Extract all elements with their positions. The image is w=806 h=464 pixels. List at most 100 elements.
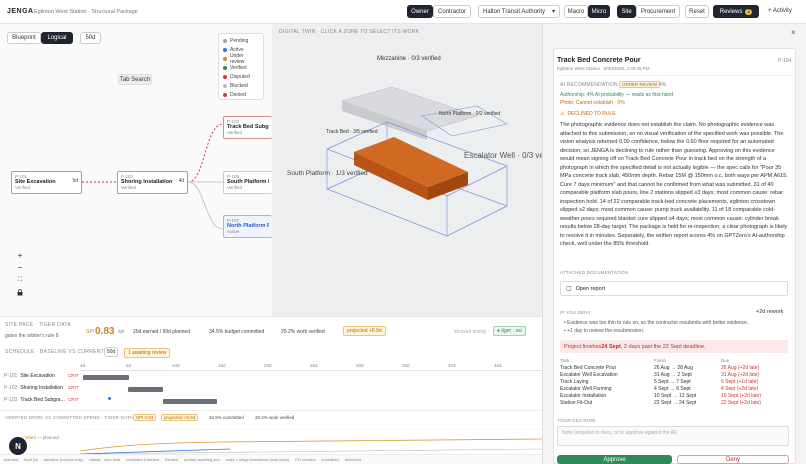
ai-recommendation-label: AI RECOMMENDATION	[560, 82, 618, 88]
node-south-platform[interactable]: P-105 South Platform Rei… Verified	[223, 171, 272, 194]
spend-spi-badge: SPI 0.83	[133, 414, 157, 421]
deny-button[interactable]: Deny	[677, 455, 789, 464]
finish-post: , 2 days past the 22 Sept deadline.	[620, 343, 706, 350]
table-cell: 26 Aug (+2d late)	[721, 364, 760, 371]
open-report-button[interactable]: ▢ Open report	[560, 281, 788, 296]
spend-section: VERIFIED WORK VS COMMITTED SPEND · TIGER…	[0, 410, 542, 455]
breadcrumb: Eglinton West Station · Structural Packa…	[34, 9, 138, 15]
attached-heading: ATTACHED DOCUMENTATION	[560, 270, 629, 275]
reset-button[interactable]: Reset	[685, 5, 709, 18]
table-cell: 22 Sept → 24 Sept	[654, 399, 697, 406]
gantt-tick-label: 5d	[126, 363, 132, 368]
footer-legend-item: node = stage transitions (wall clock)	[225, 457, 290, 462]
table-cell: 10 Sept → 12 Sept	[654, 392, 697, 399]
decision-note-input[interactable]: Note (required to deny, or to approve ag…	[557, 426, 789, 446]
committed-line	[80, 438, 542, 452]
gantt-tick-label: 15d	[218, 363, 226, 368]
escalator-well-label[interactable]: Escalator Well · 0/3 verified	[464, 151, 542, 160]
schedule-days-button[interactable]: 50d	[104, 347, 118, 357]
reviews-count-badge: 1	[745, 8, 753, 15]
node-site-excavation[interactable]: P-101 Site Excavation Verified 5d	[11, 171, 82, 194]
role-owner-button[interactable]: Owner	[407, 5, 433, 18]
gantt-milestone	[108, 397, 111, 400]
scope-procurement-button[interactable]: Procurement	[636, 5, 680, 18]
view-micro-button[interactable]: Micro	[588, 5, 610, 18]
table-cell: 31 Aug → 2 Sept	[654, 371, 692, 378]
scope-site-button[interactable]: Site	[617, 5, 636, 18]
node-duration: 5d	[72, 178, 78, 184]
crit-badge: CRIT	[68, 385, 79, 390]
table-cell: 10 Sept (+2d late)	[721, 392, 761, 399]
reviews-button[interactable]: Reviews 1	[713, 5, 759, 18]
showed-timing-text: showed timing	[454, 329, 486, 335]
approve-button[interactable]: Approve	[557, 455, 672, 464]
finish-banner: Project finishes 24 Sept , 2 days past t…	[560, 340, 788, 353]
fit-view-icon[interactable]: ⛶	[15, 275, 25, 285]
lock-icon[interactable]	[15, 287, 25, 297]
tiger-badge[interactable]: ● tiger · ssi	[493, 326, 526, 336]
footer-legend-item: PO created	[295, 457, 316, 462]
footer-legend-item: update awaiting you	[184, 457, 220, 462]
view-macro-button[interactable]: Macro	[564, 5, 588, 18]
node-status: Active	[227, 229, 240, 234]
zoom-out-icon[interactable]: −	[15, 262, 25, 272]
footer-legend-item: Review	[165, 457, 179, 462]
gantt-bar-p102[interactable]	[128, 387, 163, 392]
schedule-heading: SCHEDULE · BASELINE VS CURRENT	[5, 349, 105, 355]
gantt-tick-label: 35d	[402, 363, 410, 368]
spi-unit: spi	[118, 329, 125, 335]
column-header: Task	[560, 358, 570, 363]
table-cell: Track Laying	[560, 378, 589, 385]
node-track-bed-subgrade[interactable]: P-103 Track Bed Subgra… Verified	[223, 116, 272, 139]
gantt-row-name: Site Excavation	[20, 373, 55, 379]
declined-block: ⚠ DECLINED TO RULE The photographic evid…	[560, 111, 790, 261]
finish-pre: Project finishes	[564, 343, 602, 350]
gantt-row[interactable]: P-102 Shoring Installation CRIT	[4, 385, 79, 391]
pace-heading: SITE PACE · TIGER DATA	[5, 322, 71, 328]
table-row: Escalator Well Excavation 31 Aug → 2 Sept…	[560, 371, 788, 378]
track-bed-label[interactable]: Track Bed · 3/5 verified	[326, 129, 378, 135]
org-select[interactable]: Halton Transit Authority ▾	[478, 5, 560, 18]
table-cell: 22 Sept (+2d late)	[721, 399, 761, 406]
gantt-row[interactable]: P-101 Site Excavation CRIT	[4, 373, 79, 379]
mezzanine-label[interactable]: Mezzanine · 0/3 verified	[377, 56, 441, 62]
node-status: Verified	[227, 185, 243, 190]
finish-date: 24 Sept	[601, 343, 621, 350]
pace-subtext: gates the arbiter's rule 8	[5, 333, 59, 339]
north-platform-label[interactable]: North Platform · 0/2 verified	[439, 111, 500, 117]
south-platform-label[interactable]: South Platform · 1/3 verified	[287, 170, 368, 177]
table-row: Track Bed Concrete Pour 26 Aug → 28 Aug 26…	[560, 364, 788, 371]
node-north-platform[interactable]: P-107 North Platform Rei… Active	[223, 215, 272, 238]
table-cell: 4 Sept → 6 Sept	[654, 385, 691, 392]
user-avatar[interactable]: N	[9, 437, 27, 455]
schedule-section: SCHEDULE · BASELINE VS CURRENT 50d 1 awa…	[0, 346, 542, 410]
chevron-down-icon: ▾	[551, 9, 555, 15]
footer-legend: planned float (d) baseline (moved only) cri…	[0, 454, 542, 464]
gantt-tick-label: 4d	[80, 363, 86, 368]
reviews-label: Reviews	[719, 8, 743, 15]
table-row: Station Fit-Out 22 Sept → 24 Sept 22 Sept …	[560, 399, 788, 406]
table-cell: Track Bed Concrete Pour	[560, 364, 617, 371]
zoom-in-icon[interactable]: +	[15, 250, 25, 260]
role-contractor-button[interactable]: Contractor	[433, 5, 471, 18]
spend-projected-badge: projected +8.9d	[161, 414, 199, 421]
node-shoring-installation[interactable]: P-102 Shoring Installation Verified 4d	[117, 171, 188, 194]
node-duration: 4d	[178, 178, 184, 184]
table-cell: 5 Sept → 7 Sept	[654, 378, 691, 385]
gantt-bar-p103[interactable]	[163, 399, 217, 404]
close-icon[interactable]: ×	[791, 28, 796, 37]
work-verified: 20.2% work verified	[281, 329, 325, 335]
gantt-bar-p101[interactable]	[83, 375, 129, 380]
panel-pid: P-104	[778, 58, 792, 64]
edge-102-107	[187, 181, 224, 230]
awaiting-review-badge[interactable]: 1 awaiting review	[124, 348, 171, 358]
activity-link[interactable]: + Activity	[768, 8, 792, 14]
digital-twin-viewport[interactable]: DIGITAL TWIN · CLICK A ZONE TO SELECT IT…	[272, 24, 542, 316]
map-controls: + − ⛶	[15, 250, 27, 300]
footer-legend-item: planned	[4, 457, 19, 462]
gantt-tick-label: 45d	[494, 363, 502, 368]
node-status: Verified	[121, 185, 137, 190]
gantt-row[interactable]: P-103 Track Bed Subgra… CRIT	[4, 397, 79, 403]
gantt-tick-label: 25d	[310, 363, 318, 368]
crit-badge: CRIT	[68, 397, 79, 402]
